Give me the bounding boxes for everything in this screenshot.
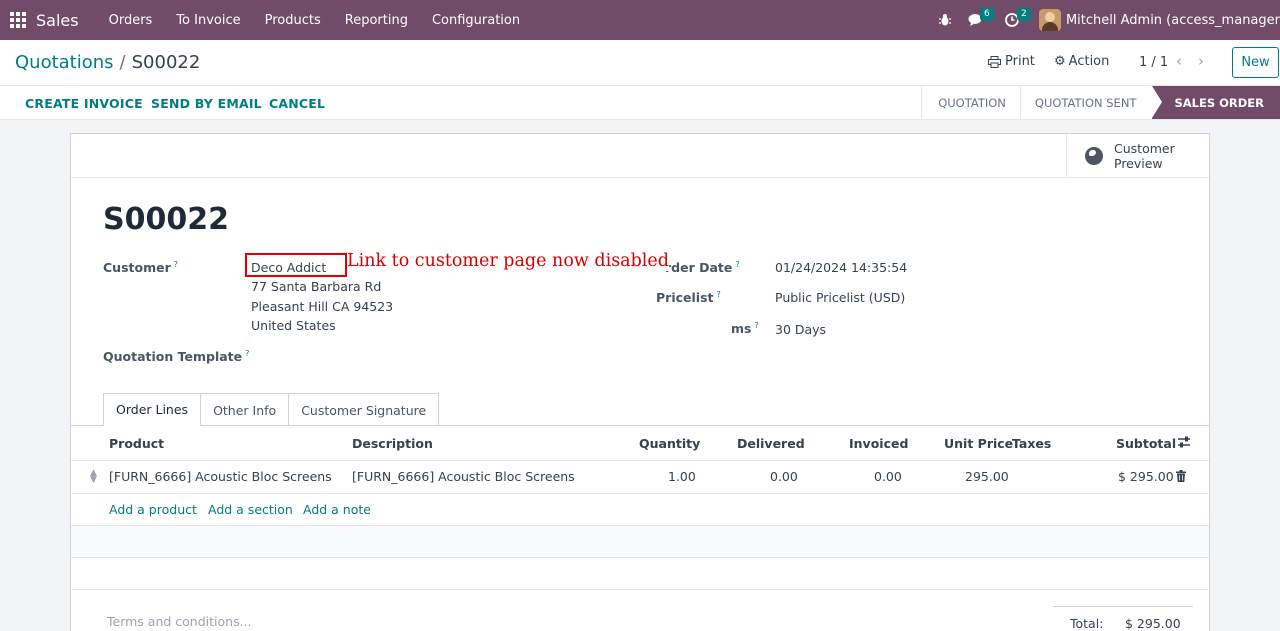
add-product-link[interactable]: Add a product xyxy=(109,502,197,517)
order-date-value[interactable]: 01/24/2024 14:35:54 xyxy=(775,260,907,275)
add-line-row: Add a product Add a section Add a note xyxy=(71,494,1209,526)
pager-previous-icon[interactable]: ‹ xyxy=(1176,52,1182,70)
action-label: Action xyxy=(1068,54,1110,69)
debug-bug-icon[interactable] xyxy=(938,0,952,40)
user-avatar[interactable] xyxy=(1038,9,1061,31)
gear-icon: ⚙ xyxy=(1054,54,1066,69)
customer-preview-button[interactable]: Customer Preview xyxy=(1066,134,1209,178)
customer-label: Customer? xyxy=(103,260,178,276)
terms-conditions-input[interactable]: Terms and conditions... xyxy=(107,614,252,629)
menu-orders[interactable]: Orders xyxy=(97,0,165,40)
customer-address-line3: United States xyxy=(251,318,336,333)
print-button[interactable]: Print xyxy=(988,54,1035,69)
print-icon xyxy=(988,55,1001,68)
chat-icon[interactable]: 6 xyxy=(968,0,994,40)
col-product[interactable]: Product xyxy=(109,436,164,451)
stage-pipeline: QUOTATION QUOTATION SENT SALES ORDER xyxy=(921,86,1280,119)
breadcrumb-current: S00022 xyxy=(131,52,201,73)
app-name[interactable]: Sales xyxy=(36,11,79,30)
status-bar: CREATE INVOICE SEND BY EMAIL CANCEL QUOT… xyxy=(0,86,1280,120)
notebook-tabs: Order Lines Other Info Customer Signatur… xyxy=(103,393,440,426)
help-icon: ? xyxy=(754,321,759,330)
send-by-email-button[interactable]: SEND BY EMAIL xyxy=(151,96,262,111)
breadcrumb-separator: / xyxy=(119,52,126,73)
col-quantity[interactable]: Quantity xyxy=(639,436,700,451)
pager-next-icon[interactable]: › xyxy=(1198,52,1204,70)
tab-customer-signature[interactable]: Customer Signature xyxy=(288,393,440,426)
add-note-link[interactable]: Add a note xyxy=(303,502,371,517)
col-delivered[interactable]: Delivered xyxy=(737,436,805,451)
order-title: S00022 xyxy=(103,202,229,237)
total-label: Total: xyxy=(1070,616,1104,631)
breadcrumb-quotations-link[interactable]: Quotations xyxy=(15,52,114,73)
customer-preview-label: Customer Preview xyxy=(1114,141,1175,171)
col-description[interactable]: Description xyxy=(352,436,433,451)
col-invoiced[interactable]: Invoiced xyxy=(849,436,908,451)
menu-configuration[interactable]: Configuration xyxy=(420,0,532,40)
help-icon: ? xyxy=(735,260,740,269)
column-settings-icon[interactable] xyxy=(1177,435,1191,453)
stage-quotation-sent[interactable]: QUOTATION SENT xyxy=(1019,86,1153,119)
table-row[interactable]: ▲ ▼ [FURN_6666] Acoustic Bloc Screens [FU… xyxy=(71,461,1209,494)
tab-order-lines[interactable]: Order Lines xyxy=(103,393,202,426)
annotation-text: Link to customer page now disabled xyxy=(347,251,669,271)
chat-count-badge: 6 xyxy=(979,8,994,21)
order-date-label: rder Date? xyxy=(665,260,740,276)
customer-address-line2: Pleasant Hill CA 94523 xyxy=(251,299,394,314)
payment-terms-label: ms? xyxy=(731,321,759,337)
form-sheet: Customer Preview S00022 Customer? Deco A… xyxy=(70,133,1210,631)
row-invoiced[interactable]: 0.00 xyxy=(874,469,902,484)
menu-to-invoice[interactable]: To Invoice xyxy=(164,0,252,40)
activity-clock-icon[interactable]: 2 xyxy=(1005,0,1031,40)
trash-icon[interactable] xyxy=(1176,470,1186,486)
row-description[interactable]: [FURN_6666] Acoustic Bloc Screens xyxy=(352,469,575,484)
order-lines-header: Product Description Quantity Delivered I… xyxy=(71,426,1209,461)
total-value: $ 295.00 xyxy=(1125,616,1181,631)
breadcrumb: Quotations / S00022 xyxy=(15,52,200,73)
button-box: Customer Preview xyxy=(71,134,1209,178)
col-unit-price[interactable]: Unit Price xyxy=(944,436,1013,451)
payment-terms-value[interactable]: 30 Days xyxy=(775,322,826,337)
pager-value[interactable]: 1 / 1 xyxy=(1139,55,1168,70)
stage-quotation[interactable]: QUOTATION xyxy=(921,86,1020,119)
col-subtotal[interactable]: Subtotal xyxy=(1116,436,1176,451)
cancel-button[interactable]: CANCEL xyxy=(269,96,325,111)
row-quantity[interactable]: 1.00 xyxy=(668,469,696,484)
total-divider xyxy=(1053,606,1193,607)
stage-sales-order[interactable]: SALES ORDER xyxy=(1152,86,1280,119)
action-button[interactable]: ⚙ Action xyxy=(1054,54,1109,69)
empty-row xyxy=(71,558,1209,590)
help-icon: ? xyxy=(716,290,721,299)
top-navbar: Sales Orders To Invoice Products Reporti… xyxy=(0,0,1280,40)
row-unit-price[interactable]: 295.00 xyxy=(965,469,1009,484)
help-icon: ? xyxy=(245,349,250,358)
row-product[interactable]: [FURN_6666] Acoustic Bloc Screens xyxy=(109,469,332,484)
pricelist-value[interactable]: Public Pricelist (USD) xyxy=(775,290,905,305)
quotation-template-label: Quotation Template? xyxy=(103,349,250,365)
help-icon: ? xyxy=(173,260,178,269)
globe-icon xyxy=(1085,147,1103,165)
menu-reporting[interactable]: Reporting xyxy=(333,0,420,40)
row-subtotal: $ 295.00 xyxy=(1118,469,1174,484)
create-invoice-button[interactable]: CREATE INVOICE xyxy=(25,96,143,111)
user-name[interactable]: Mitchell Admin (access_manager xyxy=(1066,13,1280,28)
tab-other-info[interactable]: Other Info xyxy=(200,393,290,426)
col-taxes[interactable]: Taxes xyxy=(1012,436,1051,451)
activity-count-badge: 2 xyxy=(1016,8,1031,21)
new-button[interactable]: New xyxy=(1232,47,1279,78)
drag-handle-icon[interactable]: ▲ ▼ xyxy=(90,469,97,485)
empty-row xyxy=(71,526,1209,558)
pricelist-label: Pricelist? xyxy=(656,290,721,306)
add-section-link[interactable]: Add a section xyxy=(208,502,293,517)
row-delivered[interactable]: 0.00 xyxy=(770,469,798,484)
print-label: Print xyxy=(1005,54,1035,69)
menu-products[interactable]: Products xyxy=(253,0,333,40)
annotation-highlight-box xyxy=(245,253,347,277)
apps-menu-icon[interactable] xyxy=(0,0,36,40)
customer-address-line1: 77 Santa Barbara Rd xyxy=(251,279,382,294)
control-panel: Quotations / S00022 Print ⚙ Action 1 / 1 ‹… xyxy=(0,40,1280,86)
